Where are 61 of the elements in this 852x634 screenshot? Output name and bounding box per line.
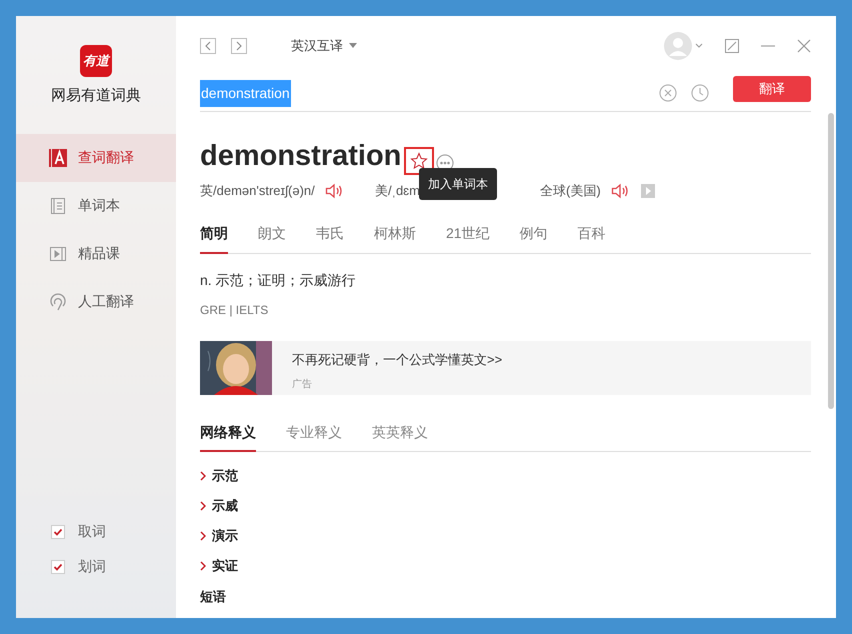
- language-dropdown[interactable]: 英汉互译: [291, 36, 357, 56]
- dictionary-tab[interactable]: 21世纪: [446, 222, 490, 254]
- tooltip: 加入单词本: [419, 168, 497, 200]
- dictionary-tab[interactable]: 简明: [200, 222, 228, 254]
- close-icon[interactable]: [797, 38, 811, 52]
- dictionary-tab[interactable]: 韦氏: [316, 222, 344, 254]
- checkbox[interactable]: [51, 524, 65, 538]
- ad-banner[interactable]: 不再死记硬背，一个公式学懂英文>> 广告: [200, 341, 811, 395]
- dictionary-tab[interactable]: 百科: [578, 222, 606, 254]
- speaker-icon[interactable]: [324, 183, 343, 199]
- back-button[interactable]: [200, 38, 216, 54]
- exam-tags: GRE | IELTS: [200, 301, 811, 319]
- forward-button[interactable]: [231, 38, 247, 54]
- dictionary-tab[interactable]: 例句: [520, 222, 548, 254]
- phonetic-text: 全球(美国): [540, 182, 601, 200]
- translate-button[interactable]: 翻译: [733, 76, 811, 102]
- checkbox[interactable]: [51, 560, 65, 574]
- meaning-item[interactable]: 示范: [200, 467, 811, 485]
- option-label: 取词: [78, 522, 106, 541]
- clear-icon[interactable]: [659, 84, 677, 102]
- definition-text: n. 示范；证明；示威游行: [200, 271, 357, 290]
- app-logo: 有道: [80, 45, 112, 77]
- chevron-icon: [200, 531, 206, 541]
- meaning-tab[interactable]: 专业释义: [286, 421, 342, 452]
- section-heading: 短语: [200, 588, 227, 606]
- phonetic-text: 英/demən'streɪʃ(ə)n/: [200, 182, 315, 200]
- book-icon: [49, 196, 67, 214]
- sidebar-item[interactable]: 查词翻译: [16, 134, 176, 182]
- sidebar-item[interactable]: 单词本: [16, 182, 176, 230]
- chevron-icon: [200, 561, 206, 571]
- chevron-right-icon: [235, 40, 243, 50]
- dictionary-tab[interactable]: 柯林斯: [374, 222, 416, 254]
- meaning-tab[interactable]: 英英释义: [372, 421, 428, 452]
- chevron-left-icon: [204, 40, 212, 50]
- chevron-icon: [200, 471, 206, 481]
- dictionary-tab[interactable]: 朗文: [258, 222, 286, 254]
- phonetic-text: 美/ˌdɛm: [375, 182, 420, 200]
- history-icon[interactable]: [691, 84, 709, 102]
- headset-icon: [49, 292, 67, 310]
- app-name: 网易有道词典: [51, 86, 141, 106]
- meaning-item[interactable]: 示威: [200, 497, 811, 515]
- star-icon: [410, 152, 428, 170]
- ad-label: 广告: [292, 378, 313, 392]
- letter-a-icon: [49, 148, 67, 166]
- option-label: 划词: [78, 557, 106, 576]
- ad-text: 不再死记硬背，一个公式学懂英文>>: [292, 351, 502, 369]
- meaning-tab[interactable]: 网络释义: [200, 421, 256, 452]
- avatar-icon: [664, 32, 692, 60]
- meaning-item[interactable]: 演示: [200, 527, 811, 545]
- speaker-icon[interactable]: [610, 183, 629, 199]
- sidebar-item[interactable]: 人工翻译: [16, 278, 176, 326]
- headword: demonstration: [200, 142, 402, 171]
- play-icon[interactable]: [640, 184, 655, 198]
- chevron-icon: [200, 501, 206, 511]
- caret-icon: [349, 43, 357, 48]
- sidebar-item[interactable]: 精品课: [16, 230, 176, 278]
- meaning-item[interactable]: 实证: [200, 557, 811, 575]
- resize-icon[interactable]: [725, 38, 739, 52]
- caret-icon: [695, 42, 703, 48]
- video-icon: [49, 244, 67, 262]
- scrollbar[interactable]: [828, 113, 834, 409]
